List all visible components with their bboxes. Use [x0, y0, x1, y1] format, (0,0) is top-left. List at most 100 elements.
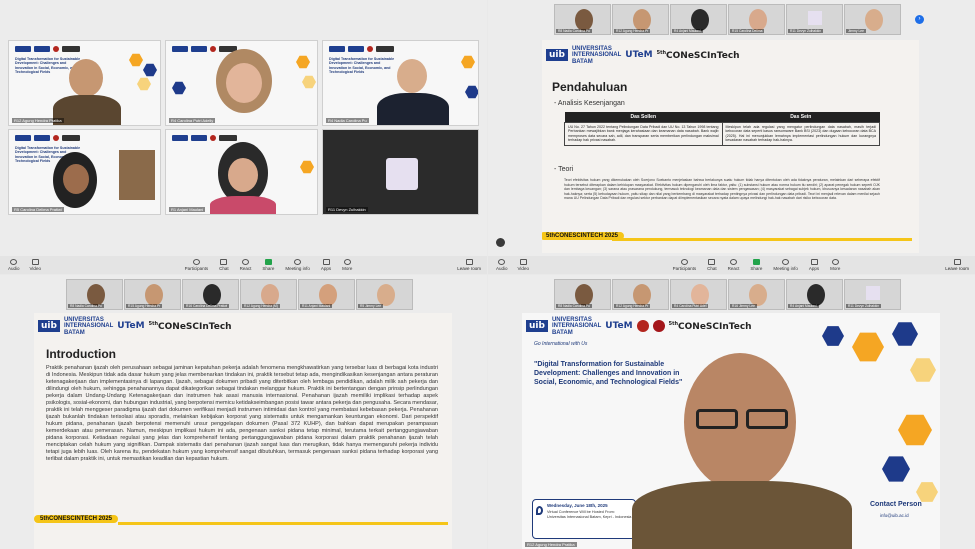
video-button[interactable]: Video: [30, 259, 41, 271]
strip-tile[interactable]: Jimmy Lee: [844, 4, 901, 35]
vbg-title: "Digital Transformation for Sustainable …: [534, 361, 683, 386]
location-pin-icon: [536, 506, 543, 515]
event-venue: Virtual Conference Will be Hosted From: …: [547, 510, 632, 519]
speaker-video[interactable]: uib UNIVERSITAS INTERNASIONAL BATAM UTeM 5…: [522, 313, 940, 549]
strip-tile[interactable]: R5 Jimmy Lee: [356, 279, 413, 310]
shared-slide: uib UNIVERSITAS INTERNASIONAL BATAM UTeM 5…: [34, 313, 452, 549]
table-cell: Meskipun telah ada regulasi yang mengatu…: [721, 122, 880, 146]
people-icon: [192, 259, 200, 265]
university-seal: [636, 320, 649, 333]
contact-email: info@uib.ac.id: [880, 513, 909, 518]
participants-button[interactable]: Participants: [185, 259, 208, 271]
chevron-right-icon: ›: [918, 16, 921, 22]
ellipsis-icon: [831, 259, 839, 265]
strip-tile[interactable]: R12 Agung Hendra (M): [240, 279, 297, 310]
glasses: [746, 409, 788, 429]
audio-button[interactable]: Audio: [496, 259, 508, 271]
zoom-window-gallery: Digital Transformation for Sustainable D…: [0, 0, 487, 274]
conference-logo: 5thCONeSCInTech: [668, 320, 752, 332]
university-seal: [652, 320, 665, 333]
chat-button[interactable]: Chat: [219, 259, 229, 271]
strip-tile[interactable]: R11 Devyn Zulhakkin: [786, 4, 843, 35]
participant-name: R1 Anjani Maulani: [169, 207, 206, 212]
video-tile[interactable]: R4 Carolina Putri Adeliy: [165, 40, 318, 126]
event-info-box: Wednesday, June 18th, 2025 Virtual Confe…: [532, 499, 636, 539]
strip-tile[interactable]: R16 Carolina Delima Pratiwi: [182, 279, 239, 310]
participant-body: [377, 93, 449, 125]
next-page-button[interactable]: ›: [915, 15, 924, 24]
participant-name: R4 Nadia Carolina Pu: [326, 118, 369, 123]
slide-footer: 5thCONESCINTECH 2025: [34, 515, 119, 523]
video-tile[interactable]: Digital Transformation for Sustainable D…: [322, 40, 479, 126]
utem-logo: UTeM: [625, 50, 653, 61]
strip-tile[interactable]: R16 Jimmy Lee: [728, 279, 785, 310]
event-date: Wednesday, June 18th, 2025: [547, 503, 608, 508]
table-header: Das Sollen: [564, 112, 722, 123]
slide-logos: uib UNIVERSITAS INTERNASIONAL BATAM UTeM 5…: [546, 46, 740, 65]
strip-tile[interactable]: R11 Anjani Maulani: [298, 279, 355, 310]
speaker-body: [632, 481, 852, 549]
strip-tile[interactable]: R15 Agung Hendra Pr: [124, 279, 181, 310]
exit-icon: [953, 259, 961, 265]
footer-line: [118, 522, 448, 525]
strip-tile[interactable]: R12 Agung Hendra Pr: [612, 4, 669, 35]
more-button[interactable]: More: [830, 259, 840, 271]
participant-strip: R8 Nadia Carolina Pu R15 Agung Hendra Pr…: [66, 279, 413, 310]
glasses: [696, 409, 738, 429]
slide-body: Teori efektivitas hukum yang dikemukakan…: [564, 178, 880, 201]
slide-body: Praktik penahanan ijazah oleh perusahaan…: [46, 365, 438, 462]
participant-face: [226, 63, 262, 103]
shield-icon: [294, 259, 302, 265]
more-button[interactable]: More: [342, 259, 352, 271]
zoom-window-share-introduction: R8 Nadia Carolina Pu R15 Agung Hendra Pr…: [0, 275, 487, 549]
strip-tile[interactable]: R12 Agung Hendra Pr: [612, 279, 669, 310]
strip-tile[interactable]: R4 Carolina Putri Adel: [670, 279, 727, 310]
table-cell: UU No. 27 Tahun 2022 tentang Pelindungan…: [564, 122, 723, 146]
slide-heading: Introduction: [46, 347, 116, 361]
apps-icon: [322, 259, 330, 265]
avatar: [386, 158, 418, 190]
uib-logo: uib: [546, 49, 568, 62]
audio-button[interactable]: Audio: [8, 259, 20, 271]
strip-tile[interactable]: R15 Carolina Delima: [728, 4, 785, 35]
smile-icon: [729, 259, 737, 265]
participant-body: [210, 196, 276, 214]
table-header: Das Sein: [722, 112, 880, 123]
participant-name: R4 Carolina Putri Adeliy: [169, 118, 216, 123]
apps-button[interactable]: Apps: [809, 259, 819, 271]
utem-logo: UTeM: [605, 321, 633, 332]
leave-room-button[interactable]: Leave room: [457, 259, 481, 271]
leave-room-button[interactable]: Leave room: [945, 259, 969, 271]
react-button[interactable]: React: [728, 259, 739, 271]
video-tile[interactable]: R11 Devyn Zulhakkin: [322, 129, 479, 215]
chat-button[interactable]: Chat: [707, 259, 717, 271]
video-button[interactable]: Video: [518, 259, 529, 271]
strip-tile[interactable]: R4 Anjani Maulani: [786, 279, 843, 310]
video-tile[interactable]: Digital Transformation for Sustainable D…: [8, 40, 161, 126]
participants-button[interactable]: Participants: [673, 259, 696, 271]
exit-icon: [465, 259, 473, 265]
share-button[interactable]: Share: [750, 259, 762, 271]
strip-tile[interactable]: R11 Devyn Zulhakkin: [844, 279, 901, 310]
strip-tile[interactable]: R4 Anjani Maulani: [670, 4, 727, 35]
strip-tile[interactable]: R8 Nadia Carolina Pu: [554, 279, 611, 310]
apps-button[interactable]: Apps: [321, 259, 331, 271]
meeting-info-button[interactable]: Meeting info: [773, 259, 798, 271]
participant-face: [228, 158, 258, 192]
meeting-info-button[interactable]: Meeting info: [285, 259, 310, 271]
share-icon: [264, 259, 272, 265]
participant-strip: R8 Nadia Carolina Pu R12 Agung Hendra Pr…: [554, 279, 901, 310]
vbg-title: Digital Transformation for Sustainable D…: [329, 57, 395, 74]
share-icon: [752, 259, 760, 265]
participant-name: R11 Devyn Zulhakkin: [326, 207, 368, 212]
video-tile[interactable]: Digital Transformation for Sustainable D…: [8, 129, 161, 215]
people-icon: [680, 259, 688, 265]
strip-tile[interactable]: R8 Nadia Carolina Pu: [554, 4, 611, 35]
strip-tile[interactable]: R8 Nadia Carolina Pu: [66, 279, 123, 310]
share-button[interactable]: Share: [262, 259, 274, 271]
react-button[interactable]: React: [240, 259, 251, 271]
video-tile[interactable]: R1 Anjani Maulani: [165, 129, 318, 215]
recording-indicator: [496, 238, 505, 247]
vbg-tagline: Go International with Us: [534, 341, 588, 347]
zoom-window-speaker-view: R8 Nadia Carolina Pu R12 Agung Hendra Pr…: [488, 275, 975, 549]
